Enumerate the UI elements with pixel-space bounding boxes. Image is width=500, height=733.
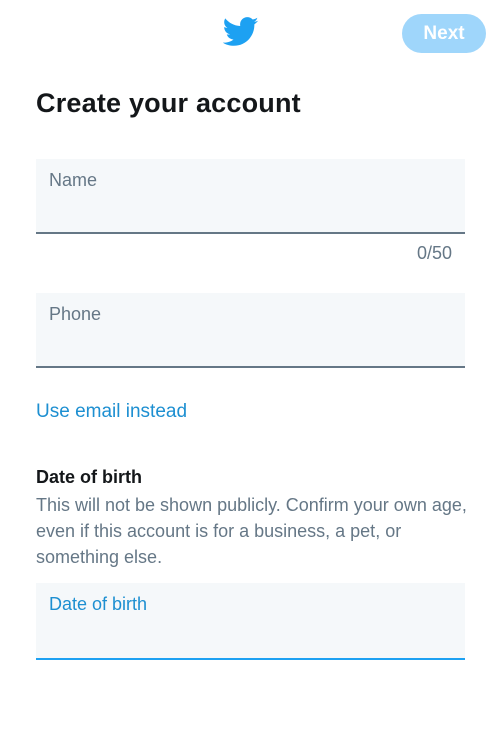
name-field-label: Name [49, 170, 98, 190]
phone-field[interactable]: Phone [36, 293, 465, 368]
page-title: Create your account [36, 88, 301, 118]
dob-field[interactable]: Date of birth [36, 583, 465, 660]
twitter-bird-icon [223, 17, 259, 46]
phone-field-label: Phone [49, 304, 102, 324]
dob-field-label: Date of birth [49, 594, 148, 614]
name-field[interactable]: Name [36, 159, 465, 234]
top-bar: Next [0, 0, 500, 70]
name-char-counter: 0/50 [416, 243, 452, 263]
name-input[interactable] [49, 200, 449, 226]
dob-description: This will not be shown publicly. Confirm… [36, 495, 467, 567]
phone-input[interactable] [49, 334, 449, 360]
dob-input[interactable] [49, 626, 449, 652]
dob-heading: Date of birth [36, 467, 142, 487]
next-button[interactable]: Next [402, 14, 486, 53]
use-email-instead-link[interactable]: Use email instead [36, 401, 187, 423]
